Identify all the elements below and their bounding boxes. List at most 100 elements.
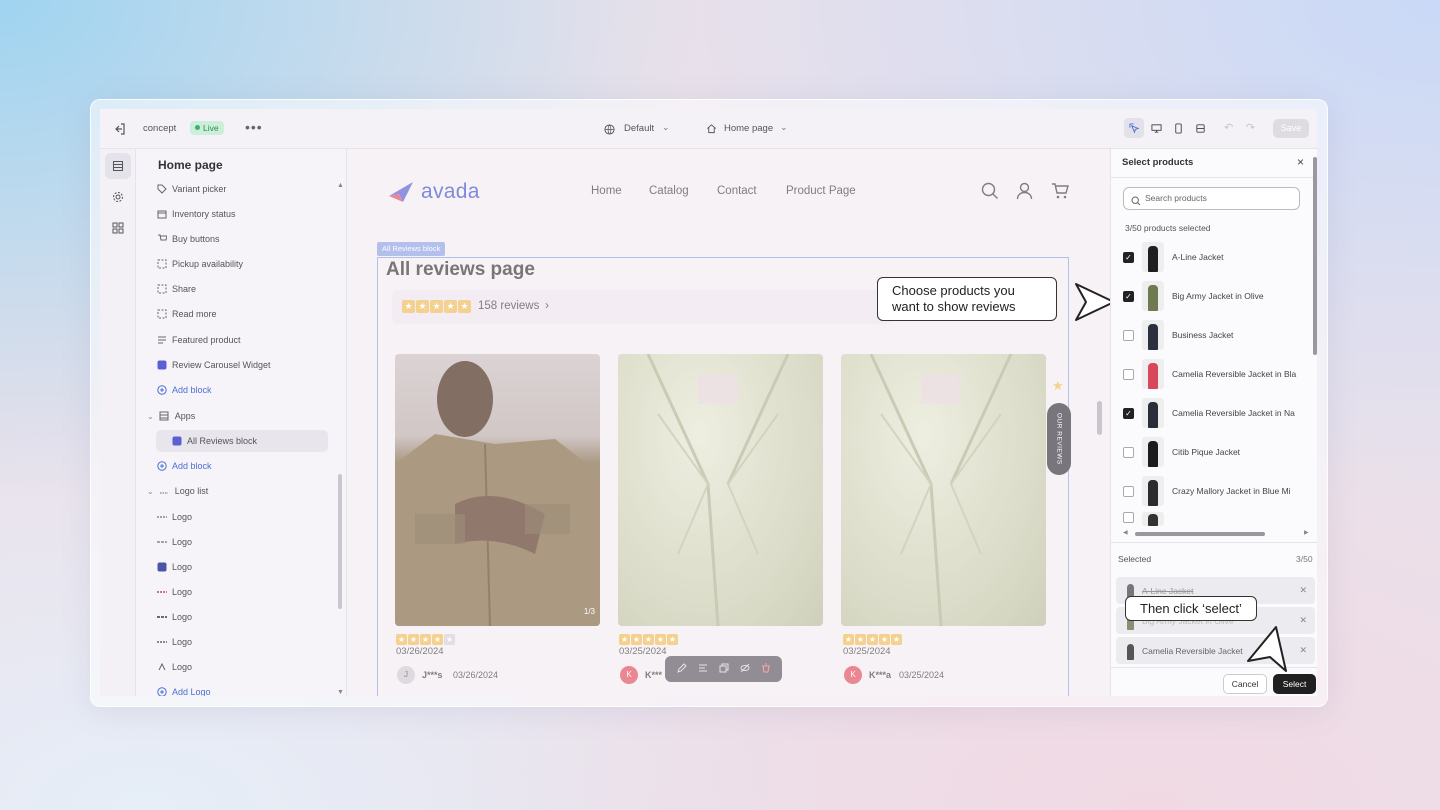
product-row[interactable]: Camelia Reversible Jacket in Bla xyxy=(1123,356,1317,392)
delete-icon[interactable] xyxy=(761,660,771,678)
scroll-thumb[interactable] xyxy=(1135,532,1265,536)
remove-icon[interactable]: ✕ xyxy=(1299,645,1307,656)
plus-circle-icon xyxy=(156,385,167,396)
tree-item-variant-picker[interactable]: Variant picker xyxy=(156,178,226,200)
product-row[interactable]: Citib Pique Jacket xyxy=(1123,434,1317,470)
select-button[interactable]: Select xyxy=(1273,674,1316,694)
tree-item-share[interactable]: Share xyxy=(156,278,196,300)
app-icon xyxy=(156,360,167,371)
avada-logo-icon xyxy=(389,182,413,202)
horizontal-scrollbar[interactable]: ◀ ▶ xyxy=(1123,529,1309,536)
tree-item-logo[interactable]: Logo xyxy=(156,556,192,578)
tree-item-buy-buttons[interactable]: Buy buttons xyxy=(156,228,220,250)
tree-item-review-carousel-widget[interactable]: Review Carousel Widget xyxy=(156,354,271,376)
nav-contact[interactable]: Contact xyxy=(717,185,757,197)
product-thumbnail xyxy=(1142,512,1164,526)
checkbox-checked[interactable]: ✓ xyxy=(1123,407,1134,419)
tree-item-pickup-availability[interactable]: Pickup availability xyxy=(156,253,243,275)
tree-item-logo[interactable]: Logo xyxy=(156,506,192,528)
product-row[interactable]: Crazy Mallory Jacket in Blue Mi xyxy=(1123,473,1317,509)
redo-icon[interactable]: ↷ xyxy=(1246,121,1255,134)
search-input[interactable]: Search products xyxy=(1123,187,1300,210)
canvas-scrollbar[interactable] xyxy=(1097,401,1102,435)
product-thumbnail xyxy=(1142,476,1164,506)
exit-icon[interactable] xyxy=(112,121,128,137)
scroll-right-icon[interactable]: ▶ xyxy=(1304,529,1309,536)
scroll-left-icon[interactable]: ◀ xyxy=(1123,529,1128,536)
tree-group-logo-list[interactable]: ⌄ Logo list xyxy=(147,480,208,502)
search-icon[interactable] xyxy=(981,182,999,205)
page-selector[interactable]: Home page xyxy=(724,123,773,134)
apps-icon[interactable] xyxy=(105,215,131,241)
tree-item-logo[interactable]: Logo xyxy=(156,631,192,653)
account-icon[interactable] xyxy=(1016,182,1033,205)
tree-scrollbar[interactable] xyxy=(338,474,342,609)
review-photo[interactable] xyxy=(618,354,823,626)
review-photo[interactable] xyxy=(841,354,1046,626)
brand-logo[interactable]: avada xyxy=(387,180,480,204)
star-icon: ★ xyxy=(432,634,443,645)
star-icon: ★ xyxy=(891,634,902,645)
rating-summary[interactable]: ★ ★ ★ ★ ★ 158 reviews › xyxy=(392,290,892,324)
checkbox-checked[interactable]: ✓ xyxy=(1123,290,1134,302)
checkbox[interactable] xyxy=(1123,329,1134,341)
our-reviews-tab[interactable]: OUR REVIEWS xyxy=(1047,403,1071,475)
product-row[interactable]: ✓ Big Army Jacket in Olive xyxy=(1123,278,1317,314)
more-menu-button[interactable]: ••• xyxy=(245,119,263,135)
add-block-button[interactable]: Add block xyxy=(156,455,212,477)
hide-icon[interactable] xyxy=(740,660,750,678)
star-icon: ★ xyxy=(408,634,419,645)
vertical-scrollbar[interactable] xyxy=(1313,157,1317,355)
mobile-icon[interactable] xyxy=(1168,118,1188,138)
tree-item-featured-product[interactable]: Featured product xyxy=(156,329,241,351)
block-label[interactable]: All Reviews block xyxy=(377,242,446,256)
fullscreen-icon[interactable] xyxy=(1190,118,1210,138)
nav-catalog[interactable]: Catalog xyxy=(649,185,689,197)
nav-home[interactable]: Home xyxy=(591,185,622,197)
tree-item-logo[interactable]: Logo xyxy=(156,531,192,553)
add-block-button[interactable]: Add block xyxy=(156,379,212,401)
save-button[interactable]: Save xyxy=(1273,119,1309,138)
remove-icon[interactable]: ✕ xyxy=(1299,615,1307,626)
duplicate-icon[interactable] xyxy=(719,660,729,678)
align-icon[interactable] xyxy=(698,660,708,678)
tree-item-inventory-status[interactable]: Inventory status xyxy=(156,203,236,225)
review-photo[interactable]: 1/3 xyxy=(395,354,600,626)
theme-selector[interactable]: Default xyxy=(624,123,654,134)
star-icon: ★ xyxy=(855,634,866,645)
cancel-button[interactable]: Cancel xyxy=(1223,674,1267,694)
checkbox[interactable] xyxy=(1123,512,1134,523)
tree-group-apps[interactable]: ⌄ Apps xyxy=(147,405,195,427)
checkbox-checked[interactable]: ✓ xyxy=(1123,251,1134,263)
scroll-up-icon[interactable]: ▲ xyxy=(337,182,344,189)
star-icon: ★ xyxy=(843,634,854,645)
product-row[interactable]: Business Jacket xyxy=(1123,317,1317,353)
close-icon[interactable]: × xyxy=(1297,155,1304,169)
checkbox[interactable] xyxy=(1123,446,1134,458)
product-row[interactable]: ✓ A-Line Jacket xyxy=(1123,239,1317,275)
tree-item-all-reviews-block[interactable]: All Reviews block xyxy=(156,430,328,452)
photo-image xyxy=(869,354,1013,626)
edit-icon[interactable] xyxy=(676,660,687,678)
nav-product-page[interactable]: Product Page xyxy=(786,185,856,197)
remove-icon[interactable]: ✕ xyxy=(1299,585,1307,596)
block-toolbar xyxy=(665,656,782,682)
tree-item-logo[interactable]: Logo xyxy=(156,606,192,628)
brand-name: avada xyxy=(421,180,480,203)
tree-item-logo[interactable]: Logo xyxy=(156,581,192,603)
add-logo-button[interactable]: Add Logo xyxy=(156,681,211,696)
desktop-icon[interactable] xyxy=(1146,118,1166,138)
product-row[interactable]: ✓ Camelia Reversible Jacket in Na xyxy=(1123,395,1317,431)
product-row[interactable] xyxy=(1123,512,1317,532)
checkbox[interactable] xyxy=(1123,485,1134,497)
tree-item-read-more[interactable]: Read more xyxy=(156,303,217,325)
checkbox[interactable] xyxy=(1123,368,1134,380)
undo-icon[interactable]: ↶ xyxy=(1224,121,1233,134)
sections-icon[interactable] xyxy=(105,153,131,179)
selected-count: 3/50 products selected xyxy=(1125,223,1211,233)
gear-icon[interactable] xyxy=(105,184,131,210)
scroll-down-icon[interactable]: ▼ xyxy=(337,689,344,696)
inspector-icon[interactable] xyxy=(1124,118,1144,138)
cart-icon[interactable] xyxy=(1051,182,1069,205)
tree-item-logo[interactable]: Logo xyxy=(156,656,192,678)
